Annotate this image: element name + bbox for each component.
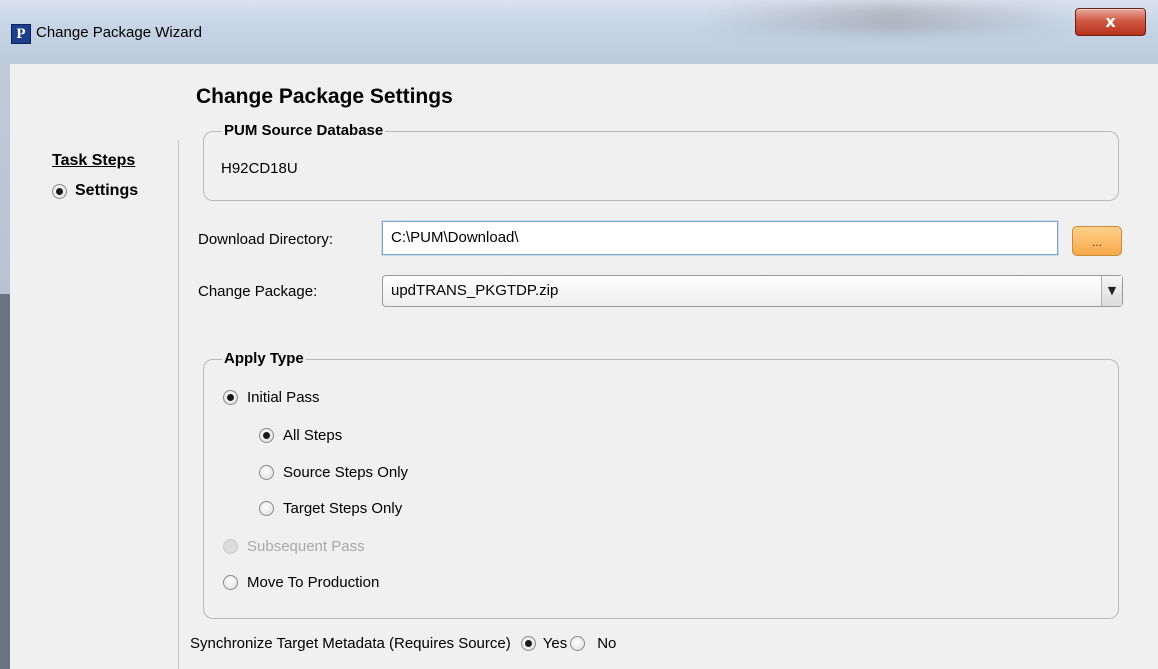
task-step-label: Settings [75,182,139,199]
sync-yes-label: Yes [542,634,568,652]
option-initial-pass[interactable]: Initial Pass [223,386,320,408]
sync-yes-radio[interactable] [520,635,536,651]
window-title: Change Package Wizard [36,24,202,41]
wizard-client-area: Change Package Settings Task Steps Setti… [10,64,1158,669]
sync-no-label: No [597,634,617,652]
radio-icon [259,500,274,516]
radio-icon [259,464,274,480]
option-label: Target Steps Only [283,499,403,517]
close-button[interactable]: x [1075,8,1146,36]
page-title: Change Package Settings [196,85,453,108]
change-package-value: updTRANS_PKGTDP.zip [391,282,559,299]
task-step-radio-icon [52,183,67,199]
chevron-down-icon[interactable]: ▼ [1101,276,1122,306]
browse-button[interactable]: ... [1072,226,1122,256]
source-database-group [203,131,1119,201]
app-icon: P [11,24,31,44]
download-directory-label: Download Directory: [198,231,334,248]
sync-target-metadata-label: Synchronize Target Metadata (Requires So… [190,634,511,652]
apply-type-legend: Apply Type [222,350,306,367]
radio-icon [223,538,238,554]
option-label: Subsequent Pass [247,537,365,555]
option-label: Source Steps Only [283,463,409,481]
sync-target-metadata-row: Synchronize Target Metadata (Requires So… [190,632,616,654]
option-label: Initial Pass [247,388,320,406]
source-database-legend: PUM Source Database [222,122,386,139]
option-move-to-production[interactable]: Move To Production [223,571,379,593]
change-package-label: Change Package: [198,283,318,300]
download-directory-input[interactable]: C:\PUM\Download\ [382,221,1058,255]
sidebar-divider [178,140,179,669]
option-source-steps-only[interactable]: Source Steps Only [259,461,408,483]
window-left-edge [0,64,10,669]
option-label: All Steps [283,426,343,444]
radio-icon [223,389,238,405]
task-step-settings[interactable]: Settings [52,180,138,202]
radio-icon [223,574,238,590]
source-database-value: H92CD18U [221,160,298,177]
option-label: Move To Production [247,573,380,591]
sync-no-radio[interactable] [570,635,586,651]
task-steps-title: Task Steps [52,152,136,169]
radio-icon [259,427,274,443]
title-bar-glass [700,4,1080,34]
option-all-steps[interactable]: All Steps [259,424,342,446]
option-target-steps-only[interactable]: Target Steps Only [259,497,402,519]
option-subsequent-pass: Subsequent Pass [223,535,365,557]
change-package-select[interactable]: updTRANS_PKGTDP.zip ▼ [382,275,1123,307]
title-bar: P Change Package Wizard x [0,0,1158,65]
window-left-edge-shadow [0,294,10,669]
